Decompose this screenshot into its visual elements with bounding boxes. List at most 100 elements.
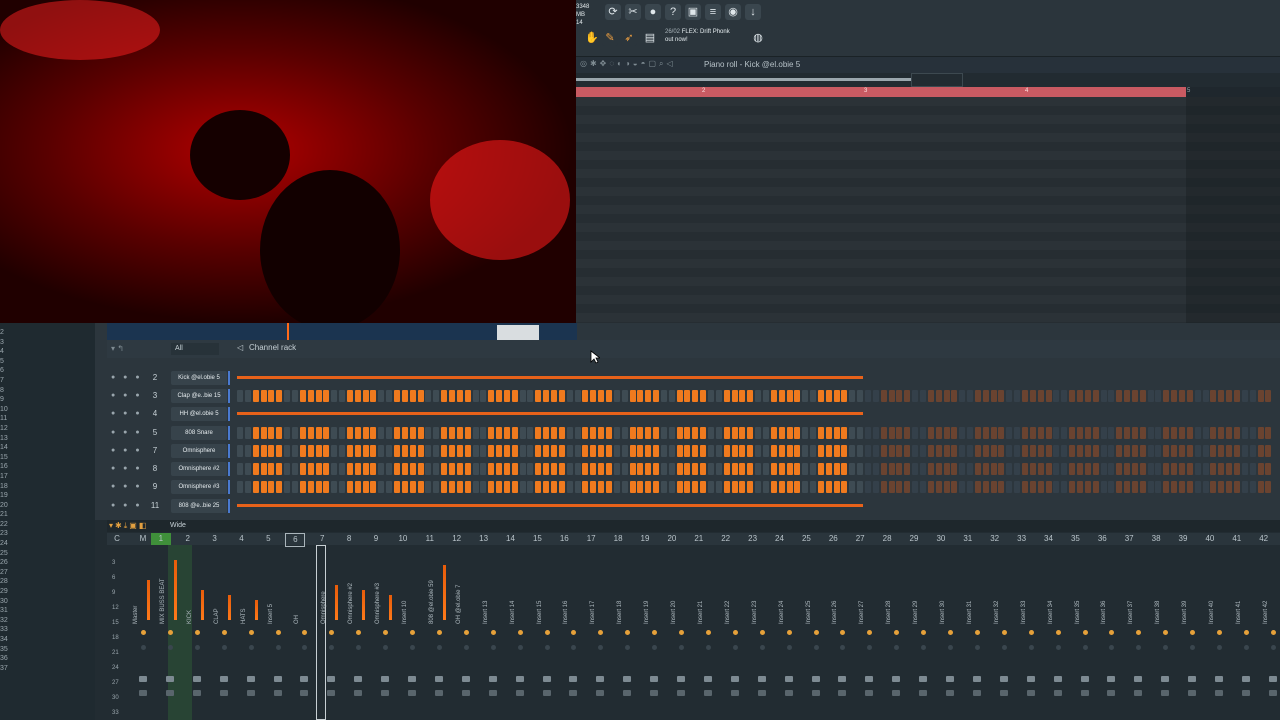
step-button[interactable] (1265, 481, 1272, 493)
pan-knob[interactable] (1001, 630, 1007, 635)
step-button[interactable] (1139, 427, 1146, 439)
channel-mixer-track[interactable]: 8 (147, 462, 163, 476)
step-button[interactable] (566, 390, 573, 402)
step-button[interactable] (919, 481, 926, 493)
send-fader[interactable] (865, 690, 874, 696)
step-button[interactable] (810, 390, 817, 402)
step-button[interactable] (872, 427, 879, 439)
step-button[interactable] (496, 481, 503, 493)
step-button[interactable] (527, 390, 534, 402)
step-button[interactable] (1053, 463, 1060, 475)
step-button[interactable] (244, 445, 251, 457)
step-button[interactable] (590, 481, 597, 493)
step-button[interactable] (833, 481, 840, 493)
step-button[interactable] (653, 463, 660, 475)
piano-roll-tools[interactable]: ◎✱✥◌◐◑◒◓▢⌕◁ (580, 59, 676, 69)
step-button[interactable] (1233, 427, 1240, 439)
mixer-fader[interactable] (434, 676, 443, 682)
mixer-fader[interactable] (273, 676, 282, 682)
step-button[interactable] (503, 463, 510, 475)
step-button[interactable] (386, 463, 393, 475)
step-button[interactable] (676, 445, 683, 457)
pan-knob[interactable] (141, 630, 146, 635)
step-button[interactable] (668, 427, 675, 439)
step-button[interactable] (386, 427, 393, 439)
mixer-fader[interactable] (381, 676, 390, 682)
step-button[interactable] (323, 427, 330, 439)
globe-icon[interactable]: ◍ (750, 30, 766, 46)
step-button[interactable] (927, 463, 934, 475)
step-button[interactable] (276, 445, 283, 457)
step-button[interactable] (1194, 481, 1201, 493)
step-button[interactable] (1045, 463, 1052, 475)
pan-knob[interactable] (275, 630, 281, 635)
mixer-track-number[interactable]: 14 (501, 533, 521, 545)
step-button[interactable] (739, 427, 746, 439)
mixer-fader[interactable] (542, 676, 551, 682)
mixer-fader[interactable] (838, 676, 847, 682)
step-button[interactable] (260, 427, 267, 439)
pan-knob[interactable] (705, 630, 711, 635)
step-button[interactable] (417, 445, 424, 457)
step-button[interactable] (982, 427, 989, 439)
step-button[interactable] (401, 445, 408, 457)
step-button[interactable] (1006, 427, 1013, 439)
step-button[interactable] (354, 463, 361, 475)
step-button[interactable] (1171, 463, 1178, 475)
step-button[interactable] (503, 481, 510, 493)
step-button[interactable] (1163, 390, 1170, 402)
step-button[interactable] (519, 390, 526, 402)
step-button[interactable] (676, 390, 683, 402)
step-button[interactable] (1092, 390, 1099, 402)
step-button[interactable] (425, 445, 432, 457)
step-button[interactable] (472, 481, 479, 493)
send-fader[interactable] (273, 690, 282, 696)
step-button[interactable] (1179, 463, 1185, 475)
step-button[interactable] (433, 427, 440, 439)
step-button[interactable] (527, 427, 534, 439)
step-button[interactable] (849, 445, 856, 457)
mixer-track-number[interactable]: 31 (958, 533, 978, 545)
step-sequencer[interactable] (237, 408, 1277, 420)
step-button[interactable] (755, 427, 762, 439)
send-fader[interactable] (381, 690, 390, 696)
step-button[interactable] (700, 481, 707, 493)
pan-knob[interactable] (544, 630, 550, 635)
step-button[interactable] (566, 463, 573, 475)
step-button[interactable] (747, 445, 754, 457)
step-button[interactable] (1218, 481, 1225, 493)
step-button[interactable] (786, 445, 793, 457)
channel-select-indicator[interactable] (228, 444, 230, 458)
mixer-track-number[interactable]: 1 (150, 533, 171, 545)
mixer-fader[interactable] (139, 676, 147, 682)
mixer-fader[interactable] (569, 676, 578, 682)
mixer-track-number[interactable]: 40 (1200, 533, 1220, 545)
mixer-tools-icons[interactable]: ▾✱⤓▣◧ (109, 521, 148, 531)
step-button[interactable] (331, 445, 338, 457)
pan-knob[interactable] (436, 630, 442, 635)
step-button[interactable] (237, 463, 243, 475)
step-button[interactable] (1163, 463, 1170, 475)
step-button[interactable] (331, 481, 338, 493)
pan-knob[interactable] (813, 630, 819, 635)
channel-mute-controls[interactable]: ● ● ● (111, 410, 143, 417)
step-button[interactable] (1233, 463, 1240, 475)
step-button[interactable] (605, 427, 612, 439)
step-button[interactable] (401, 463, 408, 475)
step-button[interactable] (762, 445, 769, 457)
volume-knob[interactable] (786, 645, 792, 650)
step-button[interactable] (511, 445, 518, 457)
snap-icon[interactable]: ▤ (642, 30, 658, 46)
step-button[interactable] (739, 481, 746, 493)
step-button[interactable] (653, 390, 660, 402)
step-button[interactable] (386, 481, 393, 493)
step-button[interactable] (496, 463, 503, 475)
mixer-track-number[interactable]: 11 (420, 533, 440, 545)
mixer-track-number[interactable]: 18 (608, 533, 628, 545)
send-fader[interactable] (300, 690, 309, 696)
cut-icon[interactable]: ✂ (625, 4, 641, 20)
step-button[interactable] (1037, 445, 1044, 457)
step-button[interactable] (1029, 427, 1036, 439)
pan-knob[interactable] (221, 630, 227, 635)
mixer-track-number[interactable]: 36 (1092, 533, 1112, 545)
